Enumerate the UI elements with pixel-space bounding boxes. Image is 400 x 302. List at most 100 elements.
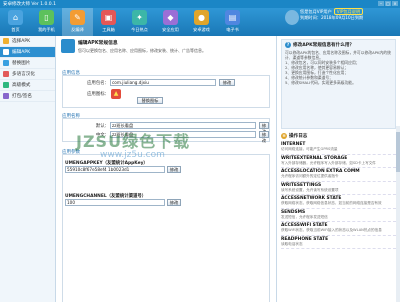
sidebar-item-edit-apk[interactable]: 编辑APK <box>0 47 55 58</box>
toolbox-icon: ▣ <box>101 10 116 25</box>
toolbar-safe-apps[interactable]: ◆ 安全应用 <box>155 8 186 36</box>
sidebar: 选择APK 编辑APK 替换图片 多语言汉化 高级模式 打包/签名 <box>0 36 56 302</box>
toolbar-label: 今日热点 <box>131 27 148 32</box>
phone-icon: ▯ <box>39 10 54 25</box>
log-item: READPHONE STATE 读取电话状态 <box>281 236 396 249</box>
panel-header: 编辑APK常规信息 您可以更换包名、应用名称、应用图标，修改安装、统计、广告等信… <box>58 36 274 58</box>
edit-icon <box>3 49 9 55</box>
image-icon <box>3 60 9 66</box>
decompile-icon: ✎ <box>70 10 85 25</box>
package-input[interactable]: com.jiuliang.djxiu <box>110 79 216 86</box>
toolbar-label: 电子书 <box>226 27 239 32</box>
toolbar-label: 安卓游戏 <box>193 27 210 32</box>
package-label: 应用包名： <box>87 81 109 86</box>
sidebar-item-replace-images[interactable]: 替换图片 <box>0 58 55 69</box>
sidebar-item-select-apk[interactable]: 选择APK <box>0 36 55 47</box>
log-header: ≡ 操作日志 <box>281 133 396 139</box>
page-description: 您可以更换包名、应用名称、应用图标，修改安装、统计、广告等信息。 <box>78 48 206 53</box>
log-item-desc: 读写系统设置，允许读写系统设置项 <box>281 187 339 192</box>
window-controls: – □ × <box>378 1 398 6</box>
sidebar-item-label: 多语言汉化 <box>12 72 35 77</box>
vip-status: 您是包月VIP用户 <box>300 9 332 14</box>
app-icon: ▲ <box>111 89 121 99</box>
tip-title: ? 修改APK常规信息有什么用？ <box>285 42 392 48</box>
minimize-button[interactable]: – <box>378 1 384 6</box>
sidebar-item-label: 打包/签名 <box>12 94 32 99</box>
toolbar-decompile[interactable]: ✎ 反编译 <box>62 8 93 36</box>
umeng-channel-modify-button[interactable]: 修改 <box>167 199 181 206</box>
log-item: ACCESSLOCATION EXTRA COMM 允许程序访问额外的定位提供者… <box>281 168 396 182</box>
log-item: WRITEEXTERNAL STORAGE 写入外部存储器，允许程序写入外部存储… <box>281 155 396 168</box>
sidebar-item-package-sign[interactable]: 打包/签名 <box>0 91 55 102</box>
default-modify-button[interactable]: 修改 <box>259 122 269 134</box>
book-icon: ▤ <box>225 10 240 25</box>
tip-line: 5、修改SMALI代码，实现更多高级功能。 <box>285 80 356 85</box>
toolbar-ebook[interactable]: ▤ 电子书 <box>217 8 248 36</box>
log-icon: ≡ <box>281 133 287 139</box>
log-item-desc: 访问网络连接，可能产生GPRS流量 <box>281 147 338 151</box>
language-icon <box>3 71 9 77</box>
log-item: SENDSMS 发送短信，允许程序发送短信 <box>281 209 396 222</box>
log-item-desc: 写入外部存储器，允许程序写入外部存储，如SD卡上写文件 <box>281 160 376 165</box>
maximize-button[interactable]: □ <box>385 1 391 6</box>
umeng-appkey-modify-button[interactable]: 修改 <box>167 166 181 173</box>
shield-icon: ◆ <box>163 10 178 25</box>
window-title: 安卓修改大师 Ver 1.0.0.1 <box>3 2 56 7</box>
package-icon <box>3 93 9 99</box>
toolbar-label: 安全应用 <box>162 27 179 32</box>
vip-expiry: 到期时间：2018年09月10日到期 <box>300 15 364 20</box>
toolbar-games[interactable]: ● 安卓游戏 <box>186 8 217 36</box>
tip-line: 可以修改APK的包名、应用名称及图标，并可以修改APK内的统计、渠道等参数信息。 <box>285 50 391 60</box>
log-item-desc: 读取电话状态 <box>281 241 303 246</box>
avatar[interactable] <box>285 10 299 25</box>
package-modify-button[interactable]: 修改 <box>219 79 235 86</box>
hot-icon: ✦ <box>132 10 147 25</box>
folder-icon <box>3 38 9 44</box>
sidebar-item-label: 高级模式 <box>12 83 31 88</box>
advanced-icon <box>3 82 9 88</box>
log-item-desc: 获取网络状态，获取网络信息状态，如当前的网络连接是否有效 <box>281 201 382 205</box>
close-button[interactable]: × <box>392 1 398 6</box>
sidebar-item-label: 编辑APK <box>12 50 31 55</box>
vip-info: 您是包月VIP用户 VIP包月说明 到期时间：2018年09月10日到期 <box>284 8 398 28</box>
zh-modify-button[interactable]: 修改 <box>259 131 269 143</box>
watermark-text: JZSU绿色下载 <box>76 132 191 151</box>
toolbar-label: 反编译 <box>71 27 84 32</box>
toolbar-my-phone[interactable]: ▯ 我的手机 <box>31 8 62 36</box>
log-item: WRITESETTINGS 读写系统设置，允许读写系统设置项 <box>281 182 396 195</box>
log-item: INTERNET 访问网络连接，可能产生GPRS流量 <box>281 141 396 155</box>
edit-apk-icon <box>61 39 75 53</box>
toolbar-toolbox[interactable]: ▣ 工具箱 <box>93 8 124 36</box>
sidebar-item-advanced[interactable]: 高级模式 <box>0 80 55 91</box>
umeng-channel-input[interactable]: 100 <box>65 199 165 206</box>
window-titlebar: 安卓修改大师 Ver 1.0.0.1 <box>0 0 400 8</box>
app-params-box <box>62 154 270 302</box>
log-item-desc: 允许程序访问额外的定位提供者指令 <box>281 174 339 178</box>
log-item: ACCESSWIFI STATE 获取WiFi状态，获取当前WiFi接入的状态以… <box>281 222 396 236</box>
app-info-box: 应用包名： com.jiuliang.djxiu 修改 应用图标： ▲ 替换图标 <box>62 75 270 108</box>
log-title: 操作日志 <box>289 134 308 139</box>
right-panel: ? 修改APK常规信息有什么用？ 可以修改APK的包名、应用名称及图标，并可以修… <box>276 36 400 302</box>
game-icon: ● <box>194 10 209 25</box>
sidebar-item-label: 替换图片 <box>12 61 31 66</box>
toolbar-label: 我的手机 <box>38 27 55 32</box>
log-item-desc: 发送短信，允许程序发送短信 <box>281 214 328 219</box>
sidebar-item-localize[interactable]: 多语言汉化 <box>0 69 55 80</box>
umeng-appkey-input[interactable]: 55910c8f67e58ef4 1b0023d1 <box>65 166 165 173</box>
log-item: ACCESSNETWORK STATE 获取网络状态，获取网络信息状态，如当前的… <box>281 195 396 209</box>
question-icon: ? <box>285 42 291 48</box>
toolbar-hot-today[interactable]: ✦ 今日热点 <box>124 8 155 36</box>
toolbar-label: 工具箱 <box>102 27 115 32</box>
toolbar-home[interactable]: ⌂ 首页 <box>0 8 31 36</box>
replace-icon-button[interactable]: 替换图标 <box>137 97 163 104</box>
main-panel: 编辑APK常规信息 您可以更换包名、应用名称、应用图标，修改安装、统计、广告等信… <box>58 36 274 302</box>
log-scrollbar-thumb[interactable] <box>396 132 400 172</box>
vip-badge[interactable]: VIP包月说明 <box>333 8 364 15</box>
log-item-desc: 获取WiFi状态，获取当前WiFi接入的状态以及WLAN热点的信息 <box>281 228 382 232</box>
watermark-url: www.jz5u.com <box>100 150 165 160</box>
page-title: 编辑APK常规信息 <box>78 41 118 46</box>
icon-label: 应用图标： <box>87 92 109 97</box>
sidebar-item-label: 选择APK <box>12 39 31 44</box>
tip-title-text: 修改APK常规信息有什么用？ <box>293 42 355 48</box>
tip-box: ? 修改APK常规信息有什么用？ 可以修改APK的包名、应用名称及图标，并可以修… <box>281 39 396 129</box>
